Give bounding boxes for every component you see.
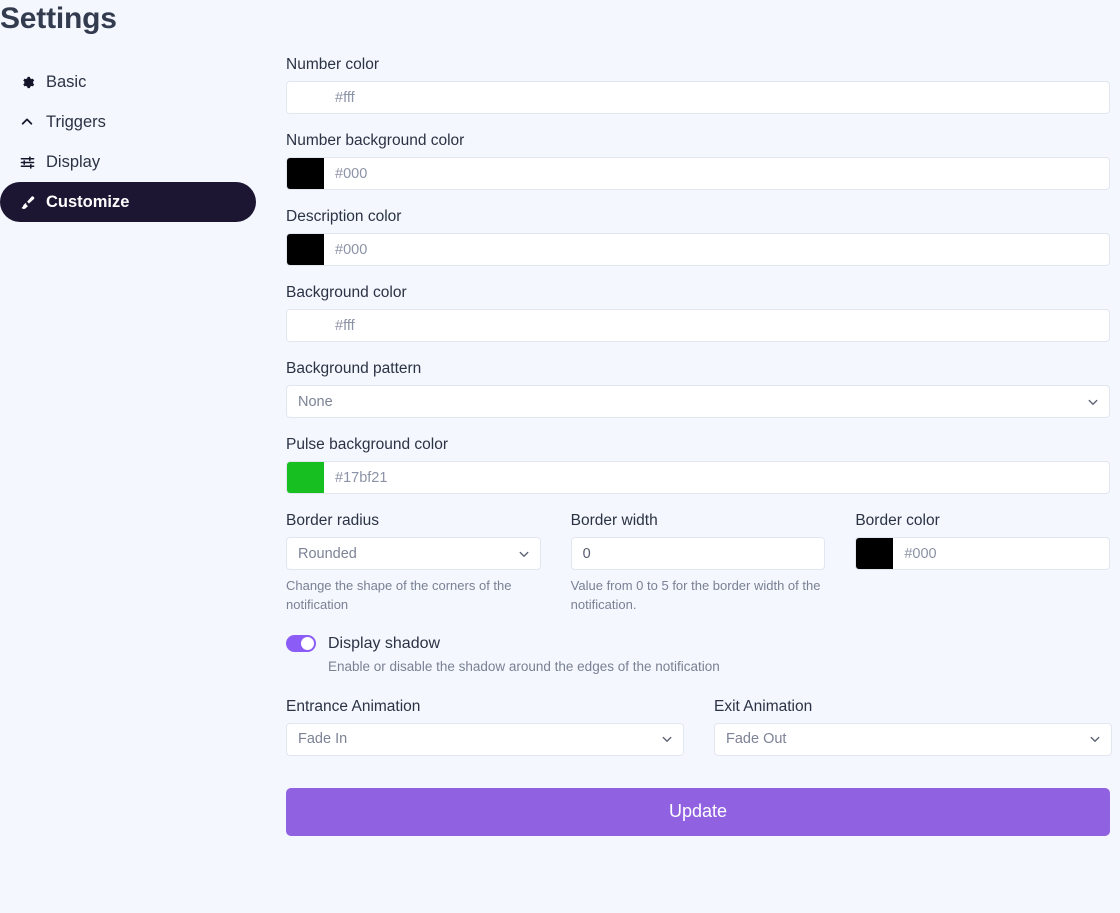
field-description-color: Description color #000	[286, 208, 1110, 266]
number-background-color-input[interactable]: #000	[286, 157, 1110, 190]
color-value: #000	[335, 165, 368, 182]
sidebar-item-label: Triggers	[46, 112, 106, 131]
field-label: Entrance Animation	[286, 697, 421, 715]
help-text: Enable or disable the shadow around the …	[328, 658, 720, 674]
help-text: Value from 0 to 5 for the border width o…	[570, 578, 821, 612]
toggle-label: Display shadow	[328, 634, 441, 652]
border-color-input[interactable]: #000	[855, 537, 1111, 570]
field-entrance-animation: Entrance Animation Fade In	[286, 698, 684, 756]
update-button[interactable]: Update	[286, 787, 1110, 836]
color-value: #000	[904, 545, 937, 562]
animation-row: Entrance Animation Fade In Exit Animatio…	[286, 698, 1112, 756]
display-shadow-row: Display shadow	[286, 635, 1110, 653]
field-label: Exit Animation	[714, 697, 813, 715]
field-background-color: Background color #fff	[286, 284, 1110, 342]
field-label: Description color	[286, 208, 402, 225]
toggle-knob	[301, 637, 314, 651]
gear-icon	[20, 73, 42, 91]
chevron-down-icon	[1089, 733, 1101, 745]
field-label: Background pattern	[286, 360, 422, 377]
select-value: None	[298, 393, 333, 410]
field-label: Border width	[570, 512, 658, 529]
select-value: Rounded	[298, 545, 357, 562]
sidebar-item-label: Display	[46, 152, 101, 171]
color-swatch[interactable]	[287, 310, 324, 341]
field-label: Pulse background color	[286, 436, 448, 453]
color-swatch[interactable]	[287, 158, 324, 189]
field-label: Background color	[286, 284, 407, 301]
entrance-animation-select[interactable]: Fade In	[286, 722, 684, 756]
sidebar-item-label: Customize	[46, 192, 130, 211]
description-color-input[interactable]: #000	[286, 233, 1110, 266]
field-border-radius: Border radius Rounded Change the shape o…	[286, 512, 541, 615]
field-number-color: Number color #fff	[286, 56, 1110, 114]
sidebar: Basic Triggers Display Customize	[0, 62, 256, 222]
border-radius-select[interactable]: Rounded	[286, 537, 541, 570]
color-value: #000	[335, 241, 368, 258]
border-settings-row: Border radius Rounded Change the shape o…	[286, 512, 1111, 615]
field-label: Number color	[286, 56, 380, 73]
settings-page: Settings Basic Triggers Display Customiz…	[0, 0, 1120, 913]
field-number-background-color: Number background color #000	[286, 132, 1110, 190]
color-value: #fff	[335, 317, 355, 334]
field-background-pattern: Background pattern None	[286, 360, 1110, 418]
sliders-icon	[20, 153, 42, 171]
paintbrush-icon	[20, 193, 42, 211]
field-pulse-background-color: Pulse background color #17bf21	[286, 436, 1110, 494]
border-width-input[interactable]: 0	[570, 537, 826, 570]
chevron-down-icon	[661, 733, 673, 745]
color-swatch[interactable]	[287, 234, 324, 265]
pulse-background-color-input[interactable]: #17bf21	[286, 461, 1110, 494]
background-pattern-select[interactable]: None	[286, 385, 1110, 418]
sidebar-item-basic[interactable]: Basic	[0, 62, 256, 102]
chevron-down-icon	[518, 548, 530, 560]
field-display-shadow: Display shadow Enable or disable the sha…	[286, 635, 1110, 674]
page-title: Settings	[0, 2, 117, 35]
exit-animation-select[interactable]: Fade Out	[714, 722, 1112, 756]
chevron-up-icon	[20, 113, 42, 131]
field-border-width: Border width 0 Value from 0 to 5 for the…	[570, 512, 826, 615]
field-label: Border radius	[286, 512, 380, 529]
field-label: Number background color	[286, 132, 465, 149]
sidebar-item-triggers[interactable]: Triggers	[0, 102, 256, 142]
help-text: Change the shape of the corners of the n…	[286, 578, 512, 612]
input-value: 0	[582, 545, 591, 562]
color-swatch[interactable]	[287, 82, 324, 113]
sidebar-item-display[interactable]: Display	[0, 142, 256, 182]
number-color-input[interactable]: #fff	[286, 81, 1110, 114]
background-color-input[interactable]: #fff	[286, 309, 1110, 342]
sidebar-item-label: Basic	[46, 72, 87, 91]
color-swatch[interactable]	[856, 538, 894, 569]
select-value: Fade In	[298, 731, 348, 748]
display-shadow-toggle[interactable]	[286, 635, 316, 653]
customize-form: Number color #fff Number background colo…	[286, 56, 1112, 836]
sidebar-item-customize[interactable]: Customize	[0, 182, 256, 222]
color-value: #17bf21	[335, 469, 388, 486]
field-exit-animation: Exit Animation Fade Out	[714, 698, 1112, 756]
field-label: Border color	[855, 512, 940, 529]
color-swatch[interactable]	[287, 462, 324, 493]
color-value: #fff	[335, 89, 355, 106]
field-border-color: Border color #000	[855, 512, 1111, 615]
chevron-down-icon	[1087, 396, 1099, 408]
select-value: Fade Out	[726, 731, 787, 748]
